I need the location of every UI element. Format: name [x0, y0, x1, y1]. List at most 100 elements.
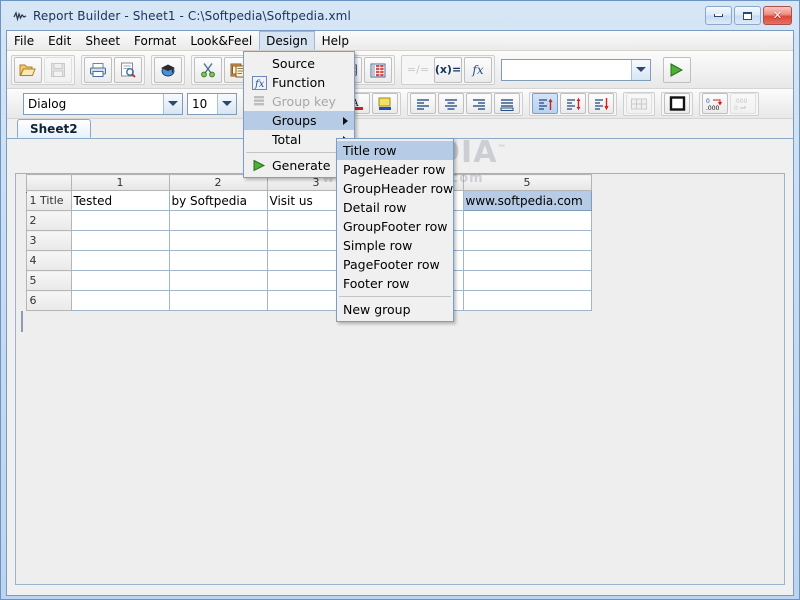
cell-r4c5[interactable]: [462, 250, 592, 271]
not-equal-icon[interactable]: =/=: [404, 57, 432, 83]
grid-gutter: [16, 270, 26, 291]
close-button[interactable]: ✕: [763, 6, 792, 25]
sheet-tab-sheet2[interactable]: Sheet2: [17, 119, 91, 138]
valign-top-button[interactable]: [532, 93, 558, 114]
menu-item-source[interactable]: Source: [244, 54, 354, 73]
none-icon: [250, 132, 268, 148]
menu-item-group-key[interactable]: Group key: [244, 92, 354, 111]
cell-r3c2[interactable]: [168, 230, 268, 251]
maximize-button[interactable]: [734, 6, 761, 25]
row-header-4[interactable]: 4: [25, 250, 72, 271]
spreadsheet-grid[interactable]: 1 2 3 4 5 1 Title Tested by Softpedia Vi…: [16, 174, 592, 311]
valign-middle-button[interactable]: [560, 93, 586, 114]
cell-r5c2[interactable]: [168, 270, 268, 291]
align-left-button[interactable]: [410, 93, 436, 114]
svg-text:.000: .000: [734, 98, 748, 105]
application-window: Report Builder - Sheet1 - C:\Softpedia\S…: [0, 0, 800, 600]
cell-r2c1[interactable]: [70, 210, 170, 231]
menu-item-source-label: Source: [272, 56, 315, 71]
align-right-button[interactable]: [466, 93, 492, 114]
table-row: 2: [16, 210, 592, 231]
chevron-down-icon[interactable]: [217, 93, 236, 114]
function-button[interactable]: fx: [464, 56, 492, 83]
variable-label: (x)=: [434, 63, 462, 76]
print-button[interactable]: [84, 56, 112, 83]
menu-format[interactable]: Format: [127, 31, 183, 50]
cell-r2c5[interactable]: [462, 210, 592, 231]
cell-r5c1[interactable]: [70, 270, 170, 291]
submenu-item-pagefooter-row[interactable]: PageFooter row: [337, 255, 453, 274]
align-justify-button[interactable]: [494, 93, 520, 114]
svg-text:.000: .000: [706, 105, 720, 111]
merge-cells-button[interactable]: [626, 93, 652, 114]
submenu-item-groupfooter-row[interactable]: GroupFooter row: [337, 217, 453, 236]
run-button[interactable]: [663, 56, 691, 83]
border-button[interactable]: [664, 93, 690, 114]
minimize-button[interactable]: [705, 6, 732, 25]
row-header-6[interactable]: 6: [25, 290, 72, 311]
background-color-button[interactable]: [372, 93, 398, 114]
row-header-2[interactable]: 2: [25, 210, 72, 231]
preview-button[interactable]: [154, 56, 182, 83]
submenu-item-footer-row[interactable]: Footer row: [337, 274, 453, 293]
table-row: 6: [16, 290, 592, 311]
cell-r6c1[interactable]: [70, 290, 170, 311]
submenu-item-pageheader-row[interactable]: PageHeader row: [337, 160, 453, 179]
menu-lookandfeel[interactable]: Look&Feel: [183, 31, 259, 50]
align-center-button[interactable]: [438, 93, 464, 114]
menu-edit[interactable]: Edit: [41, 31, 78, 50]
menu-file[interactable]: File: [7, 31, 41, 50]
column-header-1[interactable]: 1: [70, 174, 170, 191]
cell-r3c1[interactable]: [70, 230, 170, 251]
cell-r6c5[interactable]: [462, 290, 592, 311]
font-family-value: Dialog: [28, 96, 67, 111]
variable-button[interactable]: (x)=: [434, 56, 462, 83]
cell-r5c5[interactable]: [462, 270, 592, 291]
open-file-button[interactable]: [14, 56, 42, 83]
submenu-item-detail-row[interactable]: Detail row: [337, 198, 453, 217]
menu-help[interactable]: Help: [315, 31, 356, 50]
font-size-combo[interactable]: 10: [187, 92, 237, 115]
toolbar-group-decimal: 0 .000 .000 0: [699, 91, 759, 116]
cell-r6c2[interactable]: [168, 290, 268, 311]
chevron-down-icon[interactable]: [163, 93, 182, 114]
row-header-5[interactable]: 5: [25, 270, 72, 291]
menu-sheet[interactable]: Sheet: [78, 31, 127, 50]
row-header-1[interactable]: 1 Title: [25, 190, 72, 211]
toolbar-group-preview: [151, 54, 185, 85]
grid-corner[interactable]: [25, 174, 72, 191]
cell-r4c2[interactable]: [168, 250, 268, 271]
save-file-button[interactable]: [44, 56, 72, 83]
column-header-5[interactable]: 5: [462, 174, 592, 191]
groups-submenu[interactable]: Title row PageHeader row GroupHeader row…: [336, 138, 454, 322]
cell-r1c5[interactable]: www.softpedia.com: [462, 190, 592, 211]
submenu-item-simple-row[interactable]: Simple row: [337, 236, 453, 255]
row-header-3[interactable]: 3: [25, 230, 72, 251]
font-family-combo[interactable]: Dialog: [23, 92, 183, 115]
submenu-item-title-row[interactable]: Title row: [337, 141, 453, 160]
cell-r1c1[interactable]: Tested: [70, 190, 170, 211]
menu-item-group-key-label: Group key: [272, 94, 336, 109]
submenu-item-footer-row-label: Footer row: [343, 276, 410, 291]
toolbar-group-align: [407, 91, 523, 116]
formula-combo[interactable]: [501, 58, 651, 81]
submenu-item-new-group[interactable]: New group: [337, 300, 453, 319]
valign-bottom-button[interactable]: [588, 93, 614, 114]
submenu-item-groupheader-row[interactable]: GroupHeader row: [337, 179, 453, 198]
cut-button[interactable]: [194, 56, 222, 83]
cell-r2c2[interactable]: [168, 210, 268, 231]
menu-item-function[interactable]: fx Function: [244, 73, 354, 92]
menu-item-groups[interactable]: Groups: [244, 111, 354, 130]
delete-column-button[interactable]: [364, 56, 392, 83]
increase-decimal-button[interactable]: 0 .000: [702, 93, 728, 114]
decrease-decimal-button[interactable]: .000 0: [730, 93, 756, 114]
cell-r4c1[interactable]: [70, 250, 170, 271]
print-preview-button[interactable]: [114, 56, 142, 83]
not-equal-label: =/=: [406, 63, 430, 76]
cell-r3c5[interactable]: [462, 230, 592, 251]
cell-r1c2[interactable]: by Softpedia: [168, 190, 268, 211]
menu-design[interactable]: Design: [259, 31, 315, 50]
minimize-icon: [714, 14, 723, 17]
window-title: Report Builder - Sheet1 - C:\Softpedia\S…: [33, 9, 351, 23]
chevron-down-icon[interactable]: [631, 59, 650, 80]
